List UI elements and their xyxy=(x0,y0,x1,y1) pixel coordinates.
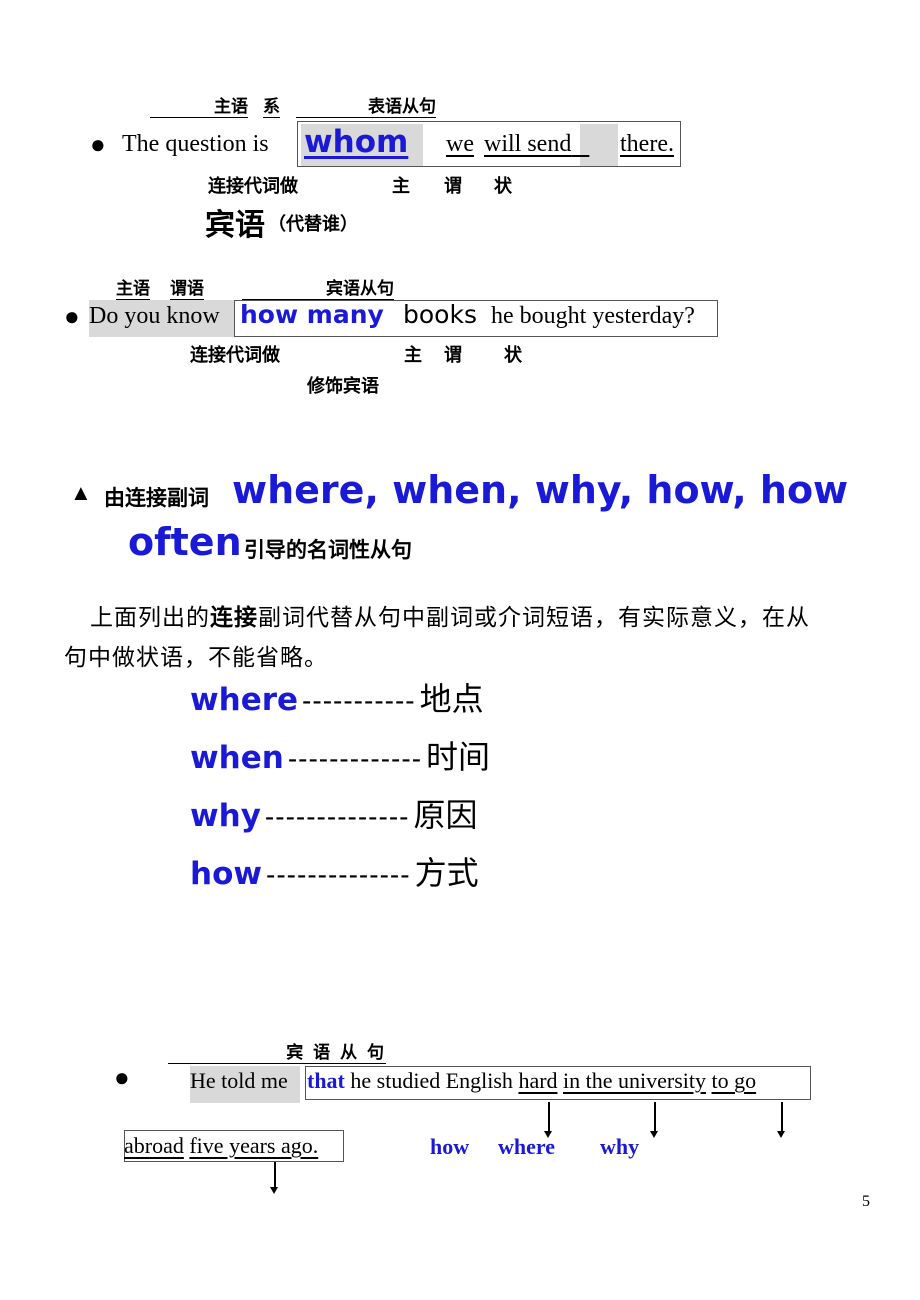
mapping-dashes: ------------- xyxy=(287,743,423,774)
bullet-icon: ● xyxy=(64,302,80,331)
sentence-clause-line2: abroad five years ago. xyxy=(124,1133,318,1159)
sentence-lead: The question is xyxy=(122,131,269,157)
word-will-send-text: will send xyxy=(484,131,572,157)
mapping-row-how: how -------------- 方式 xyxy=(190,848,479,894)
mapping-row-where: where ----------- 地点 xyxy=(190,674,484,720)
answer-why: why xyxy=(600,1134,640,1159)
arrow-down-icon xyxy=(651,1102,657,1138)
sentence-lead-3: He told me xyxy=(190,1068,288,1093)
label-object-clause-2: 宾语从句 xyxy=(242,274,394,300)
label-adv-2: 状 xyxy=(504,345,522,366)
role-object: 宾语 xyxy=(205,208,265,243)
connector-whom: whom xyxy=(304,124,409,160)
label-predicative-clause: 表语从句 xyxy=(296,92,436,118)
word-there: there. xyxy=(620,131,674,157)
mapping-dashes: -------------- xyxy=(266,859,411,890)
mapping-word: how xyxy=(190,856,263,892)
word-we: we xyxy=(446,131,474,157)
arrow-down-icon xyxy=(545,1102,551,1138)
triangle-icon: ▲ xyxy=(70,480,92,505)
mapping-row-why: why -------------- 原因 xyxy=(190,790,477,836)
mapping-dashes: -------------- xyxy=(264,801,410,832)
label-predicate-2: 谓语 xyxy=(170,274,204,300)
arrow-down-icon xyxy=(271,1162,277,1194)
section-prefix: 由连接副词 xyxy=(104,486,209,510)
paragraph-line2: 句中做状语，不能省略。 xyxy=(64,645,328,671)
label-s-2: 主 xyxy=(404,345,422,366)
word-will-send: will send xyxy=(484,131,589,158)
mapping-word: when xyxy=(190,740,284,776)
clause-hard: hard xyxy=(518,1068,558,1093)
sentence-rest-2: he bought yesterday? xyxy=(491,303,695,329)
mapping-meaning: 时间 xyxy=(426,738,491,776)
label-subject-2: 主语 xyxy=(116,274,150,300)
role-note: （代替谁） xyxy=(268,214,358,235)
clause-in-the-university: in the university xyxy=(563,1068,707,1093)
mapping-word: why xyxy=(190,798,261,834)
clause-plain: he studied English xyxy=(350,1068,513,1093)
mapping-meaning: 原因 xyxy=(413,796,478,834)
label-adv: 状 xyxy=(494,176,512,197)
section-suffix: 引导的名词性从句 xyxy=(244,538,412,562)
mapping-word: where xyxy=(190,682,299,718)
section-words-line1: where, when, why, how, how xyxy=(232,468,849,512)
label-connector-role: 连接代词做 xyxy=(208,176,298,197)
label-v-2: 谓 xyxy=(444,345,462,366)
label-v: 谓 xyxy=(444,176,462,197)
label-s: 主 xyxy=(392,176,410,197)
label-linking-verb: 系 xyxy=(263,92,280,118)
mapping-dashes: ----------- xyxy=(302,685,416,716)
paragraph-line1: 上面列出的连接副词代替从句中副词或介词短语，有实际意义，在从 xyxy=(90,598,810,632)
label-modifier: 修饰宾语 xyxy=(307,376,379,397)
mapping-meaning: 方式 xyxy=(414,854,479,892)
clause-abroad: abroad xyxy=(124,1133,184,1158)
mapping-meaning: 地点 xyxy=(419,680,484,718)
connector-how-many: how many xyxy=(240,300,384,329)
answer-where: where xyxy=(498,1134,556,1159)
sentence-clause-line1: that he studied English hard in the univ… xyxy=(307,1068,756,1094)
sentence-lead-2: Do you know xyxy=(89,303,220,329)
label-connector-role-2: 连接代词做 xyxy=(190,345,280,366)
mapping-row-when: when ------------- 时间 xyxy=(190,732,490,778)
answer-how: how xyxy=(430,1134,470,1159)
clause-to-go: to go xyxy=(711,1068,757,1093)
paragraph-bold: 连接 xyxy=(210,605,258,631)
paragraph-text-a: 上面列出的 xyxy=(90,605,210,631)
bullet-icon: ● xyxy=(90,130,106,159)
clause-five-years-ago: five years ago. xyxy=(189,1133,319,1158)
arrow-down-icon xyxy=(778,1102,784,1138)
object-books: books xyxy=(403,300,477,329)
label-subject: 主语 xyxy=(150,92,248,118)
connector-that: that xyxy=(307,1068,345,1093)
bullet-icon: ● xyxy=(114,1063,130,1092)
label-object-clause-3: 宾 语 从 句 xyxy=(168,1038,386,1064)
section-words-line2: often xyxy=(128,520,242,564)
page-number: 5 xyxy=(862,1193,870,1210)
paragraph-text-b: 副词代替从句中副词或介词短语，有实际意义，在从 xyxy=(258,605,810,631)
